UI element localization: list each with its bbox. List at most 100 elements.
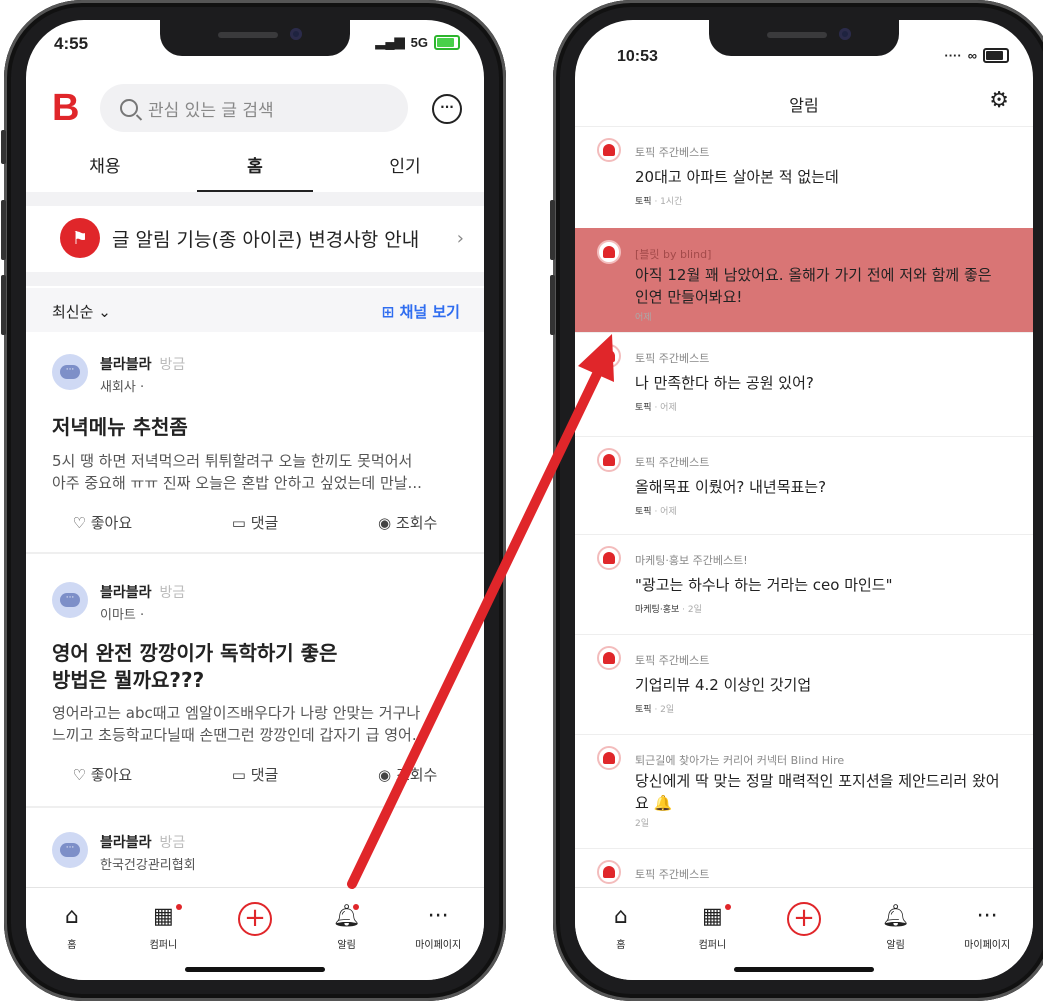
plus-icon: + bbox=[786, 902, 821, 936]
post-author: 블라블라 방금 bbox=[100, 357, 186, 373]
post-actions: ♡ 좋아요 ▭ 댓글 ◉ 조회수 bbox=[26, 512, 484, 533]
camera-icon bbox=[290, 28, 302, 40]
left-phone-frame: 4:55 ▂▄▆ 5G B 관심 있는 글 검색 ··· 채용 홈 인기 ⚑ 글… bbox=[1, 0, 506, 1001]
nav-home[interactable]: ⌂ 홈 bbox=[26, 888, 118, 980]
comment-icon: ▭ bbox=[231, 766, 246, 784]
notification-title: 20대고 아파트 살아본 적 없는데 bbox=[635, 168, 839, 186]
like-button[interactable]: ♡ 좋아요 bbox=[26, 764, 179, 785]
notification-category: 토픽 주간베스트 bbox=[635, 868, 710, 881]
building-icon: ▦ bbox=[152, 904, 174, 929]
views-count: ◉ 조회수 bbox=[378, 766, 438, 784]
comment-icon: ▭ bbox=[231, 514, 246, 532]
post-author: 블라블라 방금 bbox=[100, 585, 186, 601]
post-author: 블라블라 방금 bbox=[100, 835, 186, 851]
post-time: 방금 bbox=[159, 835, 186, 851]
main-tabs: 채용 홈 인기 bbox=[26, 146, 484, 192]
tab-home[interactable]: 홈 bbox=[198, 146, 312, 192]
notification-item[interactable]: 토픽 주간베스트 20대고 아파트 살아본 적 없는데 토픽 · 1시간 bbox=[575, 126, 1033, 229]
home-indicator bbox=[185, 967, 325, 972]
avatar: ··· bbox=[52, 832, 88, 868]
avatar: ··· bbox=[52, 354, 88, 390]
notification-item[interactable]: 퇴근길에 찾아가는 커리어 커넥터 Blind Hire 당신에게 딱 맞는 정말… bbox=[575, 734, 1033, 849]
post-card[interactable]: ··· 블라블라 방금 새회사 · 저녁메뉴 추천좀 5시 땡 하면 저녁먹으러 … bbox=[26, 332, 484, 570]
notice-banner[interactable]: ⚑ 글 알림 기능(종 아이콘) 변경사항 안내 › bbox=[26, 208, 484, 268]
notification-category: 토픽 주간베스트 bbox=[635, 654, 710, 667]
notification-item[interactable]: 토픽 주간베스트 올해목표 이뤘어? 내년목표는? 토픽 · 어제 bbox=[575, 436, 1033, 535]
signal-icon: ▂▄▆ bbox=[375, 34, 405, 49]
nav-mypage[interactable]: ··· 마이페이지 bbox=[392, 888, 484, 980]
notification-item[interactable]: 토픽 주간베스트 나 만족한다 하는 공원 있어? 토픽 · 어제 bbox=[575, 332, 1033, 437]
bell-filled-icon: 🔔︎ bbox=[881, 904, 910, 929]
tab-popular[interactable]: 인기 bbox=[389, 146, 420, 186]
flag-icon: ⚑ bbox=[60, 218, 100, 258]
divider bbox=[26, 192, 484, 206]
notification-item[interactable]: [블릿 by blind] 아직 12월 꽤 남았어요. 올해가 가기 전에 저와… bbox=[575, 228, 1033, 333]
channel-view-button[interactable]: ⊞ 채널 보기 bbox=[382, 301, 460, 322]
home-indicator bbox=[734, 967, 874, 972]
bell-icon bbox=[597, 546, 621, 570]
divider bbox=[26, 806, 484, 808]
notification-meta: 토픽 · 2일 bbox=[635, 705, 675, 715]
nav-home[interactable]: ⌂ 홈 bbox=[575, 888, 667, 980]
bell-icon bbox=[597, 138, 621, 162]
post-title: 저녁메뉴 추천좀 bbox=[52, 415, 188, 439]
notification-title: 아직 12월 꽤 남았어요. 올해가 가기 전에 저와 함께 좋은 인연 만들어봐… bbox=[635, 266, 992, 306]
post-card[interactable]: ··· 블라블라 방금 이마트 · 영어 완전 깡깡이가 독학하기 좋은 방법은 뭘… bbox=[26, 560, 484, 810]
notch bbox=[709, 20, 899, 56]
signal-icon: ···· bbox=[944, 48, 962, 63]
post-card[interactable]: ··· 블라블라 방금 한국건강관리협회 bbox=[26, 810, 484, 890]
post-title: 영어 완전 깡깡이가 독학하기 좋은 방법은 뭘까요??? bbox=[52, 641, 338, 692]
bell-icon bbox=[597, 746, 621, 770]
divider bbox=[26, 272, 484, 286]
plus-icon: + bbox=[237, 902, 272, 936]
search-icon bbox=[120, 99, 138, 117]
post-body: 5시 땡 하면 저녁먹으러 튀튀할려구 오늘 한끼도 못먹어서 아주 중요해 ㅠㅠ… bbox=[52, 452, 422, 492]
notification-category: 마케팅·홍보 주간베스트! bbox=[635, 554, 748, 567]
comment-button[interactable]: ▭ 댓글 bbox=[179, 512, 332, 533]
notch bbox=[160, 20, 350, 56]
gear-icon[interactable]: ⚙ bbox=[989, 88, 1009, 113]
volume-up-button bbox=[550, 200, 555, 260]
bottom-nav: ⌂ 홈 ▦ 컴퍼니 + 🔔︎ 알림 ··· 마이페이지 bbox=[26, 887, 484, 980]
post-actions: ♡ 좋아요 ▭ 댓글 ◉ 조회수 bbox=[26, 764, 484, 785]
heart-icon: ♡ bbox=[72, 514, 86, 532]
views-count: ◉ 조회수 bbox=[378, 514, 438, 532]
bell-icon bbox=[597, 240, 621, 264]
notification-meta: 토픽 · 어제 bbox=[635, 507, 677, 517]
nav-mypage[interactable]: ··· 마이페이지 bbox=[941, 888, 1033, 980]
left-screen: 4:55 ▂▄▆ 5G B 관심 있는 글 검색 ··· 채용 홈 인기 ⚑ 글… bbox=[26, 20, 484, 980]
comment-button[interactable]: ▭ 댓글 bbox=[179, 764, 332, 785]
search-input[interactable]: 관심 있는 글 검색 bbox=[100, 84, 408, 132]
like-button[interactable]: ♡ 좋아요 bbox=[26, 512, 179, 533]
channel-view-label: 채널 보기 bbox=[399, 303, 460, 321]
notification-item[interactable]: 토픽 주간베스트 기업리뷰 4.2 이상인 갓기업 토픽 · 2일 bbox=[575, 634, 1033, 735]
status-icons: ▂▄▆ 5G bbox=[375, 34, 460, 50]
heart-icon: ♡ bbox=[72, 766, 86, 784]
notification-title: 당신에게 딱 맞는 정말 매력적인 포지션을 제안드리러 왔어 요 🔔 bbox=[635, 772, 1000, 812]
more-icon: ··· bbox=[976, 904, 998, 929]
sort-label: 최신순 bbox=[52, 303, 94, 321]
avatar: ··· bbox=[52, 582, 88, 618]
top-bar: B 관심 있는 글 검색 ··· bbox=[26, 82, 484, 136]
divider bbox=[26, 552, 484, 554]
bell-icon bbox=[597, 344, 621, 368]
more-icon: ··· bbox=[427, 904, 449, 929]
sort-bar: 최신순 ⌄ ⊞ 채널 보기 bbox=[26, 288, 484, 332]
notification-item[interactable]: 마케팅·홍보 주간베스트! "광고는 하수나 하는 거라는 ceo 마인드" 마케팅… bbox=[575, 534, 1033, 635]
chat-icon[interactable]: ··· bbox=[432, 94, 462, 124]
post-company: 새회사 · bbox=[100, 380, 145, 395]
camera-icon bbox=[839, 28, 851, 40]
banner-text: 글 알림 기능(종 아이콘) 변경사항 안내 bbox=[112, 228, 420, 251]
blind-logo-icon[interactable]: B bbox=[52, 89, 79, 127]
right-screen: 10:53 ···· ∞ 알림 ⚙ 토픽 주간베스트 20대고 아파트 살아본 적… bbox=[575, 20, 1033, 980]
sort-dropdown[interactable]: 최신순 ⌄ bbox=[52, 301, 111, 322]
post-company: 이마트 · bbox=[100, 608, 145, 623]
status-icons: ···· ∞ bbox=[944, 48, 1009, 63]
bell-icon bbox=[597, 860, 621, 884]
right-phone-frame: 10:53 ···· ∞ 알림 ⚙ 토픽 주간베스트 20대고 아파트 살아본 적… bbox=[550, 0, 1043, 1001]
home-icon: ⌂ bbox=[613, 904, 628, 929]
notification-category: 토픽 주간베스트 bbox=[635, 456, 710, 469]
notification-meta: 토픽 · 1시간 bbox=[635, 197, 683, 207]
mute-switch bbox=[1, 130, 6, 164]
tab-jobs[interactable]: 채용 bbox=[89, 146, 120, 186]
